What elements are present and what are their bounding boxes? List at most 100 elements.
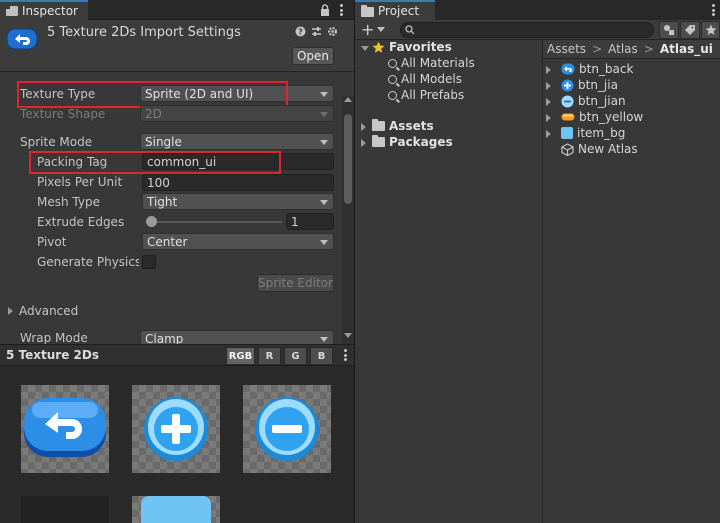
svg-text:?: ? — [298, 28, 303, 37]
generate-physics-checkbox[interactable] — [142, 255, 156, 269]
packages-foldout-icon[interactable] — [361, 139, 366, 147]
favorite-label: All Materials — [401, 56, 475, 70]
open-button[interactable]: Open — [292, 47, 334, 65]
pixels-per-unit-label: Pixels Per Unit — [37, 175, 123, 189]
wrap-mode-row: Wrap Mode Clamp — [0, 326, 342, 344]
favorite-all-models[interactable]: All Models — [388, 72, 462, 86]
favorites-label: Favorites — [389, 40, 452, 54]
list-item-new-atlas[interactable]: New Atlas — [561, 142, 638, 156]
plus-asset-icon — [561, 79, 574, 91]
star-icon — [705, 24, 716, 35]
preview-thumbnail-btn-back — [21, 385, 109, 473]
preview-thumbnail-btn-yellow — [21, 496, 109, 523]
project-search-input[interactable] — [400, 22, 654, 38]
tab-project[interactable]: Project — [355, 0, 435, 20]
back-button-asset-icon — [561, 63, 575, 75]
project-menu-icon[interactable] — [711, 4, 715, 16]
add-asset-button[interactable]: + — [361, 21, 387, 38]
channel-rgb-button[interactable]: RGB — [226, 347, 255, 365]
channel-g-button[interactable]: G — [284, 347, 307, 365]
generate-physics-label: Generate Physics S — [37, 255, 139, 269]
expand-arrow-icon[interactable] — [546, 114, 551, 122]
preview-title: 5 Texture 2Ds — [6, 348, 99, 362]
channel-r-button[interactable]: R — [258, 347, 281, 365]
expand-arrow-icon[interactable] — [546, 98, 551, 106]
preview-thumbnail-item-bg — [132, 496, 220, 523]
asset-label: btn_jia — [578, 78, 618, 92]
chevron-right-icon: > — [643, 42, 654, 56]
asset-label: btn_yellow — [579, 110, 644, 124]
favorites-item[interactable]: Favorites — [372, 40, 452, 54]
breadcrumb-item[interactable]: Assets — [547, 42, 586, 56]
mesh-type-label: Mesh Type — [37, 195, 100, 209]
gear-icon[interactable] — [327, 26, 338, 37]
help-icon[interactable]: ? — [295, 26, 306, 37]
scroll-up-icon[interactable] — [344, 97, 352, 102]
preset-icon[interactable] — [311, 26, 322, 37]
sprite-mode-dropdown[interactable]: Single — [140, 133, 334, 150]
wrap-mode-dropdown[interactable]: Clamp — [140, 330, 334, 344]
chevron-down-icon — [320, 92, 328, 97]
sprite-mode-value: Single — [145, 134, 182, 149]
inspector-panel: Inspector 5 Texture 2Ds Import Settings … — [0, 0, 354, 523]
asset-label: New Atlas — [578, 142, 638, 156]
search-icon — [405, 25, 415, 35]
texture-shape-dropdown: 2D — [140, 105, 334, 122]
sprite-editor-button[interactable]: Sprite Editor — [257, 274, 334, 292]
tree-item-assets[interactable]: Assets — [372, 119, 434, 133]
favorites-foldout-icon[interactable] — [361, 46, 369, 51]
extrude-edges-slider-handle[interactable] — [146, 216, 157, 227]
favorite-all-prefabs[interactable]: All Prefabs — [388, 88, 464, 102]
sprite-atlas-icon — [561, 142, 574, 156]
extrude-edges-input[interactable]: 1 — [286, 213, 334, 230]
list-item-btn-back[interactable]: btn_back — [561, 62, 633, 76]
filter-by-label-button[interactable] — [680, 21, 700, 39]
star-icon — [372, 41, 385, 53]
expand-arrow-icon[interactable] — [546, 82, 551, 90]
chevron-down-icon — [320, 200, 328, 205]
favorite-all-materials[interactable]: All Materials — [388, 56, 475, 70]
mesh-type-dropdown[interactable]: Tight — [142, 193, 334, 210]
favorites-filter-button[interactable] — [701, 21, 720, 39]
inspector-tab-bar: Inspector — [0, 0, 354, 20]
wrap-mode-value: Clamp — [145, 331, 184, 345]
plus-button-sprite-icon — [144, 397, 208, 461]
extrude-edges-slider-track[interactable] — [146, 221, 282, 223]
filter-by-type-button[interactable] — [659, 21, 679, 39]
advanced-foldout-arrow-icon[interactable] — [8, 307, 13, 315]
inspector-title: 5 Texture 2Ds Import Settings — [47, 25, 241, 40]
list-item-item-bg[interactable]: item_bg — [561, 126, 625, 140]
list-item-btn-jian[interactable]: btn_jian — [561, 94, 626, 108]
list-item-btn-yellow[interactable]: btn_yellow — [561, 110, 643, 124]
lock-icon[interactable] — [320, 4, 330, 16]
search-icon — [388, 90, 397, 100]
extrude-edges-value: 1 — [291, 214, 299, 229]
tree-item-packages[interactable]: Packages — [372, 135, 453, 149]
breadcrumb-current[interactable]: Atlas_ui — [660, 42, 713, 56]
expand-arrow-icon[interactable] — [546, 130, 551, 138]
tree-item-label: Packages — [389, 135, 453, 149]
preview-thumbnail-btn-jia — [132, 385, 220, 473]
advanced-foldout-label[interactable]: Advanced — [19, 304, 78, 318]
chevron-down-icon — [377, 27, 386, 32]
project-tab-bar: Project — [355, 0, 720, 20]
breadcrumb-item[interactable]: Atlas — [608, 42, 638, 56]
folder-icon — [372, 135, 385, 147]
expand-arrow-icon[interactable] — [546, 66, 551, 74]
inspector-menu-icon[interactable] — [339, 4, 343, 16]
assets-foldout-icon[interactable] — [361, 123, 366, 131]
inspector-tab-icon — [6, 6, 18, 16]
preview-menu-icon[interactable] — [343, 349, 347, 361]
highlight-box-texture-type — [17, 81, 288, 108]
scroll-down-icon[interactable] — [344, 333, 352, 338]
channel-b-button[interactable]: B — [310, 347, 333, 365]
list-item-btn-jia[interactable]: btn_jia — [561, 78, 618, 92]
tab-inspector[interactable]: Inspector — [0, 0, 88, 20]
folder-icon — [372, 119, 385, 131]
inspector-scrollbar-thumb[interactable] — [344, 114, 352, 204]
folder-icon — [361, 5, 374, 17]
pixels-per-unit-input[interactable]: 100 — [142, 174, 334, 191]
pivot-label: Pivot — [37, 235, 67, 249]
pivot-dropdown[interactable]: Center — [142, 233, 334, 250]
chevron-down-icon — [320, 140, 328, 145]
